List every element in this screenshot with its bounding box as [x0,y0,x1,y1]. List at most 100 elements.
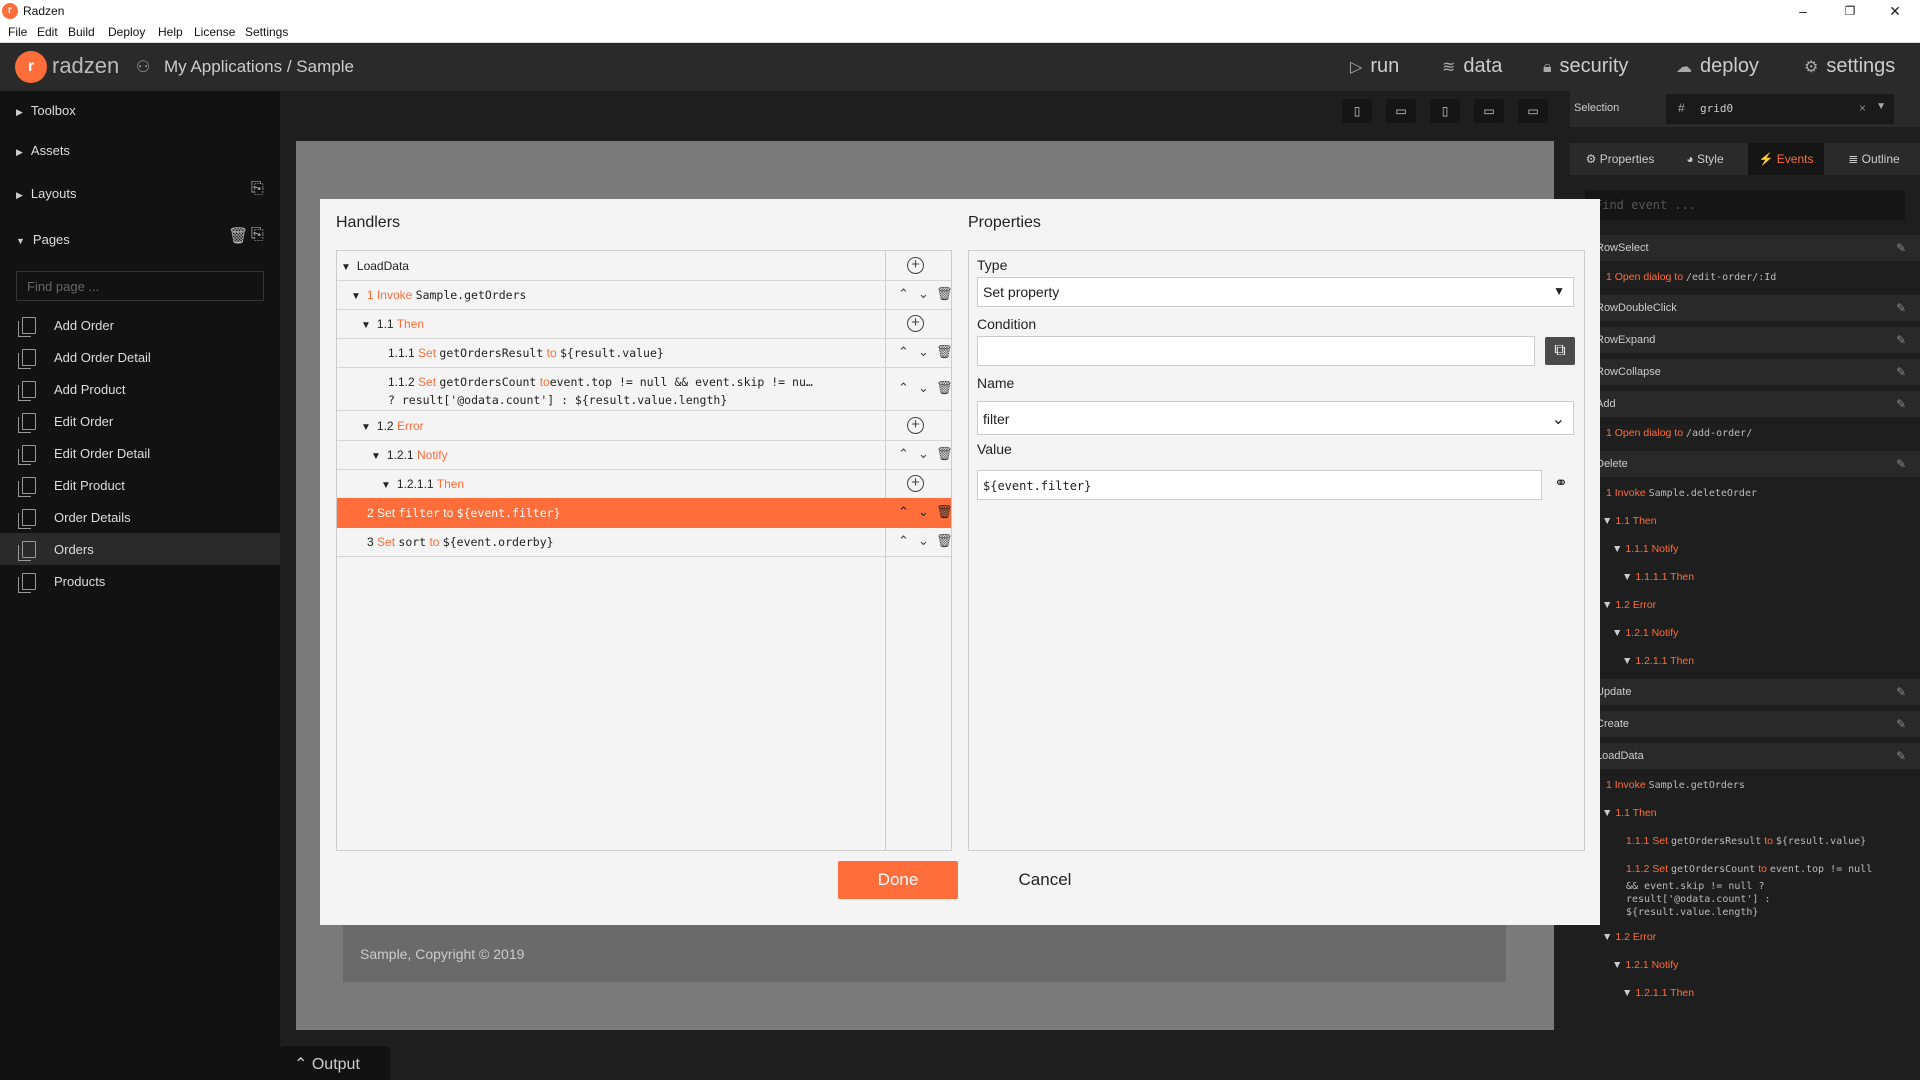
move-up-icon[interactable]: ⌃ [898,446,909,462]
nav-run[interactable]: ▷ run [1350,55,1399,78]
clear-icon[interactable]: × [1859,101,1866,115]
event-delete[interactable]: Delete ✎ [1570,451,1920,477]
trash-icon[interactable]: 🗑︎ [936,446,953,462]
add-layout-icon[interactable]: ⎘ [251,180,264,198]
event-handler[interactable]: ▼ 1.1.1.1 Then [1570,566,1920,588]
tree-row-handler[interactable]: 1.1.2 Set getOrdersCount toevent.top != … [337,367,953,411]
event-handler[interactable]: ▼ 1.2 Error [1570,594,1920,616]
event-handler[interactable]: ▼ 1.2.1 Notify [1570,622,1920,644]
add-circle-icon[interactable]: + [907,257,924,274]
open-editor-icon[interactable]: ⧉ [1545,337,1575,365]
trash-icon[interactable]: 🗑︎ [936,380,953,396]
page-item-edit-order-detail[interactable]: Edit Order Detail [0,437,280,469]
event-handler[interactable]: ▼ 1.2.1.1 Then [1570,982,1920,1004]
menu-build[interactable]: Build [68,25,95,39]
edit-icon[interactable]: ✎ [1896,397,1906,411]
section-toolbox[interactable]: ▶ Toolbox [16,103,76,118]
event-row-collapse[interactable]: RowCollapse ✎ [1570,359,1920,385]
event-handler[interactable]: 1 Open dialog to /edit-order/:Id [1570,266,1920,288]
tab-outline[interactable]: ≣ Outline [1828,143,1920,175]
restore-icon[interactable]: ❐ [1830,0,1870,22]
move-down-icon[interactable]: ⌄ [918,380,929,396]
move-down-icon[interactable]: ⌄ [918,533,929,549]
nav-data[interactable]: ≋ data [1442,55,1502,78]
desktop-icon[interactable]: ▭ [1518,99,1548,123]
add-circle-icon[interactable]: + [907,315,924,332]
event-create[interactable]: Create ✎ [1570,711,1920,737]
condition-input[interactable] [977,336,1535,366]
phone-landscape-icon[interactable]: ▭ [1386,99,1416,123]
event-handler[interactable]: 1 Invoke Sample.deleteOrder [1570,482,1920,504]
trash-icon[interactable]: 🗑︎ [936,504,953,520]
selection-select[interactable]: # grid0 × ▼ [1666,94,1894,124]
event-row-select[interactable]: RowSelect ✎ [1570,235,1920,261]
add-circle-icon[interactable]: + [907,475,924,492]
event-handler[interactable]: 1 Open dialog to /add-order/ [1570,422,1920,444]
caret-down-icon[interactable]: ▼ [371,451,381,462]
cancel-button[interactable]: Cancel [985,861,1105,899]
event-row-expand[interactable]: RowExpand ✎ [1570,327,1920,353]
event-handler[interactable]: ▼ 1.2.1 Notify [1570,954,1920,976]
menu-file[interactable]: File [8,25,27,39]
tree-row-handler[interactable]: ▼ 1.2 Error + [337,411,951,441]
move-up-icon[interactable]: ⌃ [898,380,909,396]
chevron-down-icon[interactable]: ▼ [1876,101,1886,112]
menu-deploy[interactable]: Deploy [108,25,145,39]
move-up-icon[interactable]: ⌃ [898,344,909,360]
caret-down-icon[interactable]: ▼ [361,422,371,433]
page-item-orders[interactable]: Orders [0,533,280,565]
tablet-icon[interactable]: ▯ [1430,99,1460,123]
edit-icon[interactable]: ✎ [1896,717,1906,731]
section-layouts[interactable]: ▶ Layouts [16,186,76,201]
edit-icon[interactable]: ✎ [1896,333,1906,347]
page-item-add-order[interactable]: Add Order [0,309,280,341]
nav-security[interactable]: 🔒︎ security [1543,55,1628,78]
find-page-input[interactable] [16,271,264,301]
logo-text[interactable]: radzen [52,53,119,79]
add-circle-icon[interactable]: + [907,417,924,434]
page-item-order-details[interactable]: Order Details [0,501,280,533]
phone-icon[interactable]: ▯ [1342,99,1372,123]
done-button[interactable]: Done [838,861,958,899]
section-assets[interactable]: ▶ Assets [16,143,70,158]
event-add[interactable]: Add ✎ [1570,391,1920,417]
move-up-icon[interactable]: ⌃ [898,504,909,520]
close-icon[interactable]: ✕ [1875,0,1915,22]
breadcrumb[interactable]: My Applications / Sample [164,57,354,77]
trash-icon[interactable]: 🗑︎ [936,533,953,549]
section-pages[interactable]: ▼ Pages [16,232,70,247]
event-handler[interactable]: ▼ 1.1.1 Notify [1570,538,1920,560]
output-tab[interactable]: ⌃ Output [280,1046,390,1080]
page-item-products[interactable]: Products [0,565,280,597]
edit-icon[interactable]: ✎ [1896,749,1906,763]
tree-row-handler[interactable]: ▼ 1 Invoke Sample.getOrders ⌃ ⌄ 🗑︎ [337,280,953,310]
tab-events[interactable]: ⚡ Events [1748,143,1824,175]
event-handler[interactable]: 1 Invoke Sample.getOrders [1570,774,1920,796]
event-load-data[interactable]: LoadData ✎ [1570,743,1920,769]
menu-license[interactable]: License [194,25,235,39]
event-handler[interactable]: 1.1.2 Set getOrdersCount to event.top !=… [1570,858,1920,880]
event-handler[interactable]: ▼ 1.1 Then [1570,510,1920,532]
trash-icon[interactable]: 🗑︎ [228,226,248,246]
name-select[interactable]: filter ⌄ [977,401,1574,435]
move-down-icon[interactable]: ⌄ [918,504,929,520]
add-page-icon[interactable]: ⎘ [251,226,264,244]
move-up-icon[interactable]: ⌃ [898,286,909,302]
move-up-icon[interactable]: ⌃ [898,533,909,549]
page-item-edit-product[interactable]: Edit Product [0,469,280,501]
page-item-edit-order[interactable]: Edit Order [0,405,280,437]
event-handler[interactable]: ▼ 1.2 Error [1570,926,1920,948]
event-handler[interactable]: 1.1.1 Set getOrdersResult to ${result.va… [1570,830,1920,852]
edit-icon[interactable]: ✎ [1896,457,1906,471]
tab-style[interactable]: ◕ Style [1670,143,1740,175]
menu-settings[interactable]: Settings [245,25,288,39]
nav-settings[interactable]: ⚙ settings [1804,55,1895,78]
tablet-landscape-icon[interactable]: ▭ [1474,99,1504,123]
event-row-double-click[interactable]: RowDoubleClick ✎ [1570,295,1920,321]
tree-row-handler[interactable]: ▼ 1.1 Then + [337,309,951,339]
caret-down-icon[interactable]: ▼ [341,262,351,273]
tab-properties[interactable]: ⚙ Properties [1570,143,1670,175]
radzen-logo-icon[interactable]: r [15,51,47,83]
page-item-add-product[interactable]: Add Product [0,373,280,405]
event-update[interactable]: Update ✎ [1570,679,1920,705]
